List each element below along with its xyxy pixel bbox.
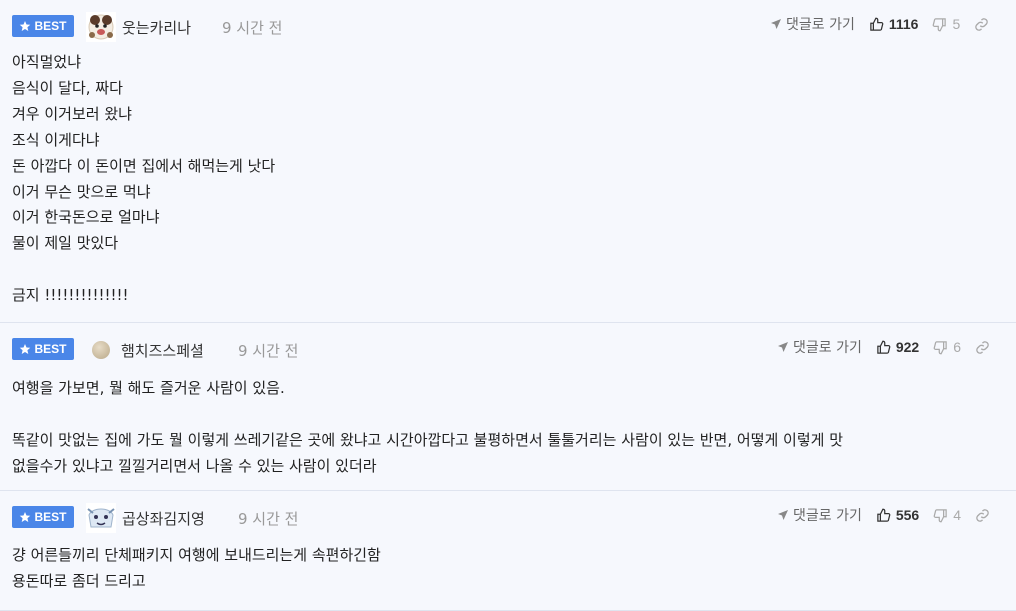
comment-text-line: 걍 어른들끼리 단체패키지 여행에 보내드리는게 속편하긴함 — [12, 546, 381, 564]
share-link-button[interactable] — [975, 508, 990, 523]
thumbs-down-icon — [933, 340, 947, 354]
reply-label: 댓글로 가기 — [793, 340, 862, 356]
timestamp: 9 시간 전 — [238, 510, 299, 528]
nickname[interactable]: 햄치즈스페셜 — [121, 340, 204, 361]
comment-header: BEST 곱상좌김지영 9 시간 전 댓글로 가기 556 4 — [12, 503, 1016, 533]
comment-item: BEST 햄치즈스페셜 9 시간 전 댓글로 가기 922 6 여행을 가보면,… — [0, 323, 1016, 491]
star-icon — [20, 344, 31, 354]
comment-text-line: 똑같이 맛없는 집에 가도 뭘 이렇게 쓰레기같은 곳에 왔냐고 시간아깝다고 … — [12, 430, 844, 449]
best-badge: BEST — [12, 338, 74, 360]
comment-text-line: 금지 !!!!!!!!!!!!!! — [12, 286, 129, 305]
link-icon — [976, 508, 989, 522]
thumbs-down-icon — [933, 17, 947, 31]
best-label: BEST — [34, 510, 67, 524]
comment-actions: 댓글로 가기 556 4 — [777, 503, 990, 527]
reply-link[interactable]: 댓글로 가기 — [770, 14, 855, 34]
best-label: BEST — [34, 342, 67, 356]
reply-link[interactable]: 댓글로 가기 — [777, 337, 862, 357]
comment-header: BEST 웃는카리나 9 시간 전 댓글로 가기 1116 5 — [12, 12, 1016, 42]
reply-label: 댓글로 가기 — [793, 508, 862, 524]
like-count: 1116 — [888, 16, 919, 32]
avatar[interactable] — [86, 503, 116, 533]
reply-link[interactable]: 댓글로 가기 — [777, 505, 862, 525]
nickname[interactable]: 곱상좌김지영 — [122, 508, 205, 529]
like-count: 556 — [895, 507, 920, 523]
comment-text-line: 돈 아깝다 이 돈이면 집에서 해먹는게 낫다 — [12, 156, 276, 175]
timestamp: 9 시간 전 — [238, 342, 299, 360]
dislike-count: 4 — [953, 507, 962, 523]
send-icon — [771, 19, 781, 29]
comment-text-line: 이거 무슨 맛으로 먹냐 — [12, 182, 151, 201]
best-label: BEST — [34, 19, 67, 33]
like-button[interactable]: 556 — [876, 507, 919, 523]
nickname[interactable]: 웃는카리나 — [122, 17, 191, 38]
comment-text-line: 물이 제일 맛있다 — [12, 234, 119, 253]
comment-text-line: 아직멀었냐 — [12, 53, 82, 71]
thumbs-up-icon — [877, 340, 891, 354]
avatar[interactable] — [92, 341, 110, 359]
send-icon — [778, 510, 788, 520]
avatar[interactable] — [86, 12, 116, 42]
comment-text-line: 이거 한국돈으로 얼마냐 — [12, 208, 160, 227]
dislike-button[interactable]: 4 — [933, 507, 961, 523]
best-badge: BEST — [12, 15, 74, 37]
comment-text-line: 겨우 이거보러 왔냐 — [12, 104, 132, 123]
like-count: 922 — [895, 339, 920, 355]
link-icon — [975, 17, 989, 31]
star-icon — [20, 512, 31, 522]
dislike-button[interactable]: 6 — [933, 339, 961, 355]
best-badge: BEST — [12, 506, 74, 528]
comment-text-line: 없을수가 있냐고 낄낄거리면서 나올 수 있는 사람이 있더라 — [12, 456, 377, 475]
comment-body: 여행을 가보면, 뭘 해도 즐거운 사람이 있음. 똑같이 맛없는 집에 가도 … — [12, 375, 843, 479]
link-icon — [976, 340, 989, 354]
comment-item: BEST 곱상좌김지영 9 시간 전 댓글로 가기 556 4 걍 어른들끼리 … — [0, 491, 1016, 611]
thumbs-up-icon — [877, 508, 891, 522]
star-icon — [20, 21, 31, 31]
comment-actions: 댓글로 가기 1116 5 — [770, 12, 989, 36]
comment-body: 걍 어른들끼리 단체패키지 여행에 보내드리는게 속편하긴함 용돈따로 좀더 드… — [12, 542, 381, 594]
thumbs-up-icon — [870, 17, 884, 31]
comment-text-line: 여행을 가보면, 뭘 해도 즐거운 사람이 있음. — [12, 379, 285, 397]
share-link-button[interactable] — [975, 340, 990, 355]
comment-item: BEST 웃는카리나 9 시간 전 댓글로 가기 1116 5 아직멀었냐 음식… — [0, 0, 1016, 323]
comment-body: 아직멀었냐 음식이 달다, 짜다 겨우 이거보러 왔냐 조식 이게다냐 돈 아깝… — [12, 50, 275, 309]
comment-text-line: 음식이 달다, 짜다 — [12, 78, 123, 97]
reply-label: 댓글로 가기 — [786, 17, 855, 33]
thumbs-down-icon — [933, 508, 947, 522]
share-link-button[interactable] — [974, 17, 989, 32]
comment-text-line: 용돈따로 좀더 드리고 — [12, 572, 146, 590]
dislike-button[interactable]: 5 — [932, 16, 960, 32]
send-icon — [778, 342, 788, 352]
dislike-count: 6 — [953, 339, 962, 355]
like-button[interactable]: 922 — [876, 339, 919, 355]
comment-text-line: 조식 이게다냐 — [12, 130, 100, 149]
comment-actions: 댓글로 가기 922 6 — [777, 335, 990, 359]
timestamp: 9 시간 전 — [222, 19, 283, 37]
comment-header: BEST 햄치즈스페셜 9 시간 전 댓글로 가기 922 6 — [12, 335, 1016, 363]
dislike-count: 5 — [952, 16, 961, 32]
like-button[interactable]: 1116 — [869, 16, 919, 32]
